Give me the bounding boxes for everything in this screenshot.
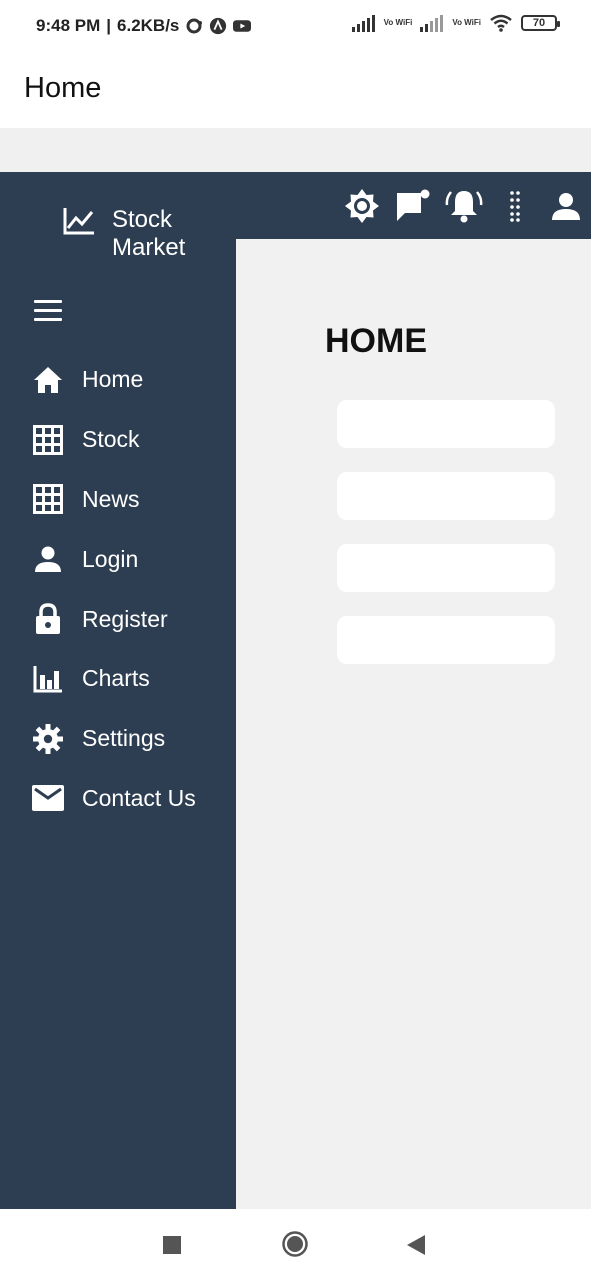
page-heading: HOME [325, 322, 427, 360]
sidebar-item-label: Register [82, 605, 168, 632]
divider-band [0, 128, 591, 172]
sidebar-item-label: Home [82, 366, 144, 393]
hamburger-bar [34, 318, 62, 321]
sidebar-item-home[interactable]: Home [0, 350, 236, 410]
status-left: 9:48 PM | 6.2KB/s [36, 16, 252, 36]
top-toolbar [236, 172, 591, 239]
network-speed: 6.2KB/s [117, 16, 180, 35]
sidebar-item-register[interactable]: Register [0, 589, 236, 649]
menu-toggle-button[interactable] [34, 300, 62, 322]
sidebar-item-label: Charts [82, 665, 150, 692]
grid-icon [32, 424, 64, 456]
dots-vertical-icon[interactable] [489, 186, 540, 226]
sidebar-item-label: Contact Us [82, 784, 196, 811]
brand-line2: Market [112, 234, 186, 261]
status-bar: 9:48 PM | 6.2KB/s Vo WiFi Vo WiFi 70 [0, 0, 591, 56]
sidebar: Stock Market Home Stock News Login Regis… [0, 172, 236, 1209]
toolbar-icons [336, 186, 591, 226]
status-right: Vo WiFi Vo WiFi 70 [351, 14, 560, 32]
mail-icon [32, 782, 64, 814]
chat-notification-icon[interactable] [387, 186, 438, 226]
content-card[interactable] [337, 400, 555, 448]
sidebar-nav: Home Stock News Login Register Charts Se… [0, 350, 236, 828]
sidebar-item-label: Login [82, 545, 139, 572]
content-card[interactable] [337, 616, 555, 664]
sidebar-item-stock[interactable]: Stock [0, 410, 236, 470]
line-chart-icon [63, 208, 94, 235]
bar-chart-icon [32, 663, 64, 695]
wifi-icon [490, 14, 512, 32]
lock-icon [32, 603, 64, 635]
app-bar-title: Home [24, 72, 102, 104]
sidebar-item-label: News [82, 485, 140, 512]
battery-level: 70 [532, 17, 546, 29]
sidebar-item-contact-us[interactable]: Contact Us [0, 769, 236, 829]
account-icon[interactable] [540, 186, 591, 226]
sidebar-item-news[interactable]: News [0, 470, 236, 530]
gear-icon [32, 723, 64, 755]
person-icon [32, 543, 64, 575]
brand[interactable]: Stock Market [62, 206, 212, 262]
signal-icon [351, 15, 375, 32]
sidebar-item-settings[interactable]: Settings [0, 709, 236, 769]
sync-notification-icon [186, 18, 203, 34]
vowifi-label-2: Vo WiFi [452, 18, 481, 27]
grid-icon [32, 483, 64, 515]
status-time: 9:48 PM [36, 16, 101, 35]
sidebar-item-login[interactable]: Login [0, 529, 236, 589]
signal-icon-2 [420, 15, 444, 32]
web-content: Stock Market Home Stock News Login Regis… [0, 172, 591, 1209]
home-icon [32, 364, 64, 396]
brand-text: Stock Market [112, 206, 212, 262]
content-card[interactable] [337, 472, 555, 520]
card-list [337, 400, 555, 688]
recents-icon[interactable] [163, 1236, 181, 1254]
hamburger-bar [34, 300, 62, 303]
sidebar-item-label: Settings [82, 725, 166, 752]
app-notification-icon [210, 17, 227, 35]
brand-line1: Stock [112, 206, 173, 233]
brightness-icon[interactable] [336, 186, 387, 226]
hamburger-bar [34, 309, 62, 312]
battery-indicator: 70 [521, 15, 560, 31]
sidebar-item-charts[interactable]: Charts [0, 649, 236, 709]
app-bar: Home [0, 56, 591, 128]
sidebar-item-label: Stock [82, 426, 140, 453]
system-nav-bar [0, 1209, 591, 1280]
youtube-icon [233, 20, 252, 32]
content-card[interactable] [337, 544, 555, 592]
back-icon[interactable] [406, 1234, 426, 1256]
vowifi-label-1: Vo WiFi [383, 18, 413, 27]
bell-icon[interactable] [438, 186, 489, 226]
home-nav-icon[interactable] [282, 1231, 308, 1257]
